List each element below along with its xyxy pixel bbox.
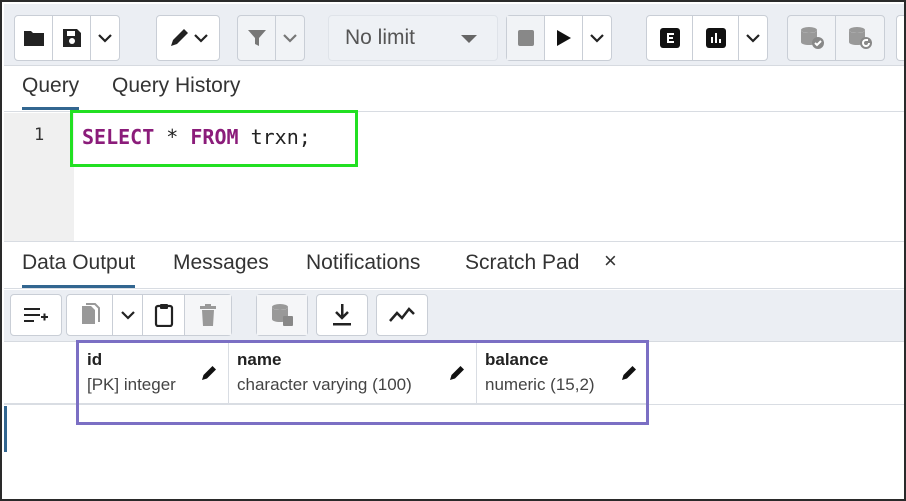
copy-icon — [81, 303, 100, 324]
save-data-button[interactable] — [257, 295, 307, 335]
edit-button[interactable] — [157, 16, 219, 60]
explain-group — [646, 15, 768, 61]
chevron-down-icon — [98, 34, 112, 43]
trash-icon — [200, 304, 216, 326]
explain-analyze-icon — [705, 28, 726, 48]
row-focus-marker — [4, 406, 7, 452]
graph-group — [376, 294, 428, 336]
tab-query[interactable]: Query — [22, 74, 80, 110]
filter-icon — [247, 30, 266, 46]
folder-icon — [23, 31, 44, 46]
download-group — [316, 294, 368, 336]
chevron-down-icon — [590, 34, 604, 43]
columns-highlight-box — [76, 340, 649, 425]
tab-messages[interactable]: Messages — [173, 251, 269, 285]
edit-pen-icon — [171, 29, 188, 46]
commit-button[interactable] — [788, 16, 836, 60]
chevron-down-icon — [120, 311, 135, 320]
execute-button[interactable] — [545, 16, 583, 60]
open-file-button[interactable] — [15, 16, 53, 60]
copy-group — [66, 294, 232, 336]
delete-button[interactable] — [185, 295, 231, 335]
row-number-header — [4, 342, 79, 404]
commit-icon — [800, 27, 824, 49]
execute-options-button[interactable] — [583, 16, 611, 60]
play-icon — [556, 30, 571, 46]
save-button[interactable] — [53, 16, 91, 60]
caret-down-icon — [461, 35, 477, 43]
more-toolbar-edge — [896, 15, 904, 61]
explain-icon — [659, 28, 680, 48]
copy-options-button[interactable] — [113, 295, 143, 335]
save-data-icon — [272, 304, 293, 326]
tab-scratch-pad[interactable]: Scratch Pad — [465, 251, 579, 285]
add-row-button[interactable] — [11, 295, 61, 335]
download-icon — [333, 304, 351, 326]
copy-button[interactable] — [67, 295, 113, 335]
tab-query-history[interactable]: Query History — [112, 74, 240, 107]
row-limit-select[interactable]: No limit — [328, 15, 498, 61]
add-row-group — [10, 294, 62, 336]
file-group — [14, 15, 120, 61]
row-limit-value: No limit — [345, 26, 416, 49]
line-chart-icon — [389, 307, 415, 322]
query-tabs: Query Query History — [4, 66, 904, 112]
save-options-button[interactable] — [91, 16, 119, 60]
add-row-icon — [24, 308, 48, 322]
save-data-group — [256, 294, 308, 336]
filter-options-button[interactable] — [276, 16, 304, 60]
explain-analyze-button[interactable] — [693, 16, 739, 60]
chevron-down-icon — [283, 34, 297, 43]
transaction-group — [787, 15, 885, 61]
chevron-down-icon — [194, 34, 208, 43]
explain-options-button[interactable] — [739, 16, 767, 60]
stop-button[interactable] — [507, 16, 545, 60]
tab-data-output[interactable]: Data Output — [22, 251, 136, 288]
download-button[interactable] — [317, 295, 367, 335]
edit-group — [156, 15, 220, 61]
close-scratch-pad-icon[interactable]: × — [604, 248, 617, 274]
filter-button[interactable] — [238, 16, 276, 60]
explain-button[interactable] — [647, 16, 693, 60]
stop-icon — [517, 30, 534, 46]
chevron-down-icon — [746, 34, 760, 43]
save-icon — [62, 29, 81, 47]
rollback-button[interactable] — [836, 16, 884, 60]
filter-group — [237, 15, 305, 61]
tab-notifications[interactable]: Notifications — [306, 251, 420, 285]
editor-gutter: 1 — [4, 113, 74, 241]
output-toolbar — [4, 290, 904, 342]
app-frame: No limit Query Query History 1 SELECT * … — [0, 0, 906, 501]
output-tabs: Data Output Messages Notifications Scrat… — [4, 241, 904, 289]
paste-button[interactable] — [143, 295, 185, 335]
graph-visualiser-button[interactable] — [377, 295, 427, 335]
query-highlight-box — [70, 110, 358, 167]
query-toolbar: No limit — [4, 4, 904, 66]
paste-icon — [154, 304, 173, 327]
rollback-icon — [849, 27, 872, 49]
execute-group — [506, 15, 612, 61]
line-number: 1 — [34, 125, 45, 145]
